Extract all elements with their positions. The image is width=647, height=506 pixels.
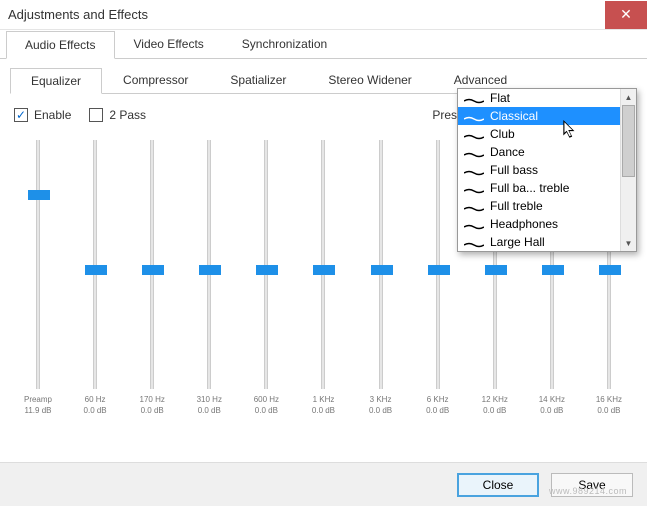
preset-option-full-treble[interactable]: Full treble	[458, 197, 620, 215]
preset-dropdown-list: Flat Classical Club Dance Full bass Full ba..…	[457, 88, 637, 252]
titlebar: Adjustments and Effects ✕	[0, 0, 647, 30]
close-button-label: Close	[483, 478, 514, 492]
preset-curve-icon	[464, 184, 484, 192]
eq-slider-label: Preamp11.9 dB	[24, 395, 52, 416]
preset-curve-icon	[464, 238, 484, 246]
eq-slider-label: 1 KHz0.0 dB	[312, 395, 335, 416]
preset-option-label: Large Hall	[490, 235, 545, 249]
eq-slider-thumb[interactable]	[28, 190, 50, 200]
preset-curve-icon	[464, 112, 484, 120]
eq-slider-thumb[interactable]	[599, 265, 621, 275]
preset-option-dance[interactable]: Dance	[458, 143, 620, 161]
eq-slider-label: 60 Hz0.0 dB	[84, 395, 107, 416]
scroll-up-icon[interactable]: ▲	[621, 89, 636, 105]
footer: Close Save www.989214.com	[0, 462, 647, 506]
eq-slider-thumb[interactable]	[142, 265, 164, 275]
subtab-spatializer[interactable]: Spatializer	[209, 67, 307, 93]
close-window-button[interactable]: ✕	[605, 1, 647, 29]
preset-option-headphones[interactable]: Headphones	[458, 215, 620, 233]
save-button-label: Save	[578, 478, 605, 492]
close-icon: ✕	[620, 6, 632, 23]
scroll-track[interactable]	[621, 105, 636, 235]
eq-slider-track[interactable]	[150, 140, 154, 389]
eq-slider-thumb[interactable]	[199, 265, 221, 275]
eq-slider-label: 3 KHz0.0 dB	[369, 395, 392, 416]
window-title: Adjustments and Effects	[8, 7, 148, 22]
preset-option-label: Dance	[490, 145, 525, 159]
eq-slider-thumb[interactable]	[313, 265, 335, 275]
eq-slider-label: 6 KHz0.0 dB	[426, 395, 449, 416]
preset-option-label: Full ba... treble	[490, 181, 569, 195]
eq-slider-label: 170 Hz0.0 dB	[140, 395, 165, 416]
eq-slider-track[interactable]	[321, 140, 325, 389]
preset-option-full-bass[interactable]: Full bass	[458, 161, 620, 179]
eq-slider-label: 310 Hz0.0 dB	[197, 395, 222, 416]
eq-band-3KHz: 3 KHz0.0 dB	[357, 136, 405, 416]
eq-slider-thumb[interactable]	[256, 265, 278, 275]
subtab-equalizer[interactable]: Equalizer	[10, 68, 102, 94]
eq-band-600Hz: 600 Hz0.0 dB	[242, 136, 290, 416]
two-pass-label: 2 Pass	[109, 108, 146, 122]
eq-band-60Hz: 60 Hz0.0 dB	[71, 136, 119, 416]
preset-option-label: Flat	[490, 91, 510, 105]
eq-slider-label: 600 Hz0.0 dB	[254, 395, 279, 416]
preset-curve-icon	[464, 130, 484, 138]
eq-slider-track[interactable]	[379, 140, 383, 389]
tab-audio-effects[interactable]: Audio Effects	[6, 31, 115, 59]
tab-synchronization[interactable]: Synchronization	[223, 30, 346, 58]
preset-curve-icon	[464, 94, 484, 102]
preset-option-full-ba-treble[interactable]: Full ba... treble	[458, 179, 620, 197]
preset-option-label: Headphones	[490, 217, 558, 231]
eq-band-1KHz: 1 KHz0.0 dB	[299, 136, 347, 416]
save-button[interactable]: Save	[551, 473, 633, 497]
enable-label: Enable	[34, 108, 71, 122]
main-tabs: Audio EffectsVideo EffectsSynchronizatio…	[0, 30, 647, 59]
tab-video-effects[interactable]: Video Effects	[115, 30, 223, 58]
eq-slider-track[interactable]	[436, 140, 440, 389]
preset-option-label: Classical	[490, 109, 538, 123]
eq-slider-thumb[interactable]	[428, 265, 450, 275]
eq-band-310Hz: 310 Hz0.0 dB	[185, 136, 233, 416]
preset-option-label: Full bass	[490, 163, 538, 177]
eq-slider-thumb[interactable]	[371, 265, 393, 275]
scroll-thumb[interactable]	[622, 105, 635, 177]
preset-curve-icon	[464, 166, 484, 174]
eq-slider-thumb[interactable]	[485, 265, 507, 275]
eq-slider-track[interactable]	[264, 140, 268, 389]
preset-option-club[interactable]: Club	[458, 125, 620, 143]
enable-checkbox[interactable]	[14, 108, 28, 122]
preset-option-label: Club	[490, 127, 515, 141]
preset-curve-icon	[464, 220, 484, 228]
eq-band-170Hz: 170 Hz0.0 dB	[128, 136, 176, 416]
preset-curve-icon	[464, 148, 484, 156]
eq-slider-track[interactable]	[36, 140, 40, 389]
subtab-stereo-widener[interactable]: Stereo Widener	[307, 67, 432, 93]
eq-slider-label: 16 KHz0.0 dB	[596, 395, 622, 416]
preset-curve-icon	[464, 202, 484, 210]
preset-option-flat[interactable]: Flat	[458, 89, 620, 107]
eq-slider-track[interactable]	[207, 140, 211, 389]
dropdown-scrollbar[interactable]: ▲ ▼	[620, 89, 636, 251]
eq-slider-thumb[interactable]	[542, 265, 564, 275]
preset-option-classical[interactable]: Classical	[458, 107, 620, 125]
eq-band-Preamp: Preamp11.9 dB	[14, 136, 62, 416]
eq-slider-track[interactable]	[93, 140, 97, 389]
eq-slider-thumb[interactable]	[85, 265, 107, 275]
eq-band-6KHz: 6 KHz0.0 dB	[414, 136, 462, 416]
two-pass-checkbox[interactable]	[89, 108, 103, 122]
scroll-down-icon[interactable]: ▼	[621, 235, 636, 251]
close-button[interactable]: Close	[457, 473, 539, 497]
preset-option-label: Full treble	[490, 199, 543, 213]
eq-slider-label: 12 KHz0.0 dB	[482, 395, 508, 416]
subtab-compressor[interactable]: Compressor	[102, 67, 209, 93]
eq-slider-label: 14 KHz0.0 dB	[539, 395, 565, 416]
preset-option-large-hall[interactable]: Large Hall	[458, 233, 620, 251]
